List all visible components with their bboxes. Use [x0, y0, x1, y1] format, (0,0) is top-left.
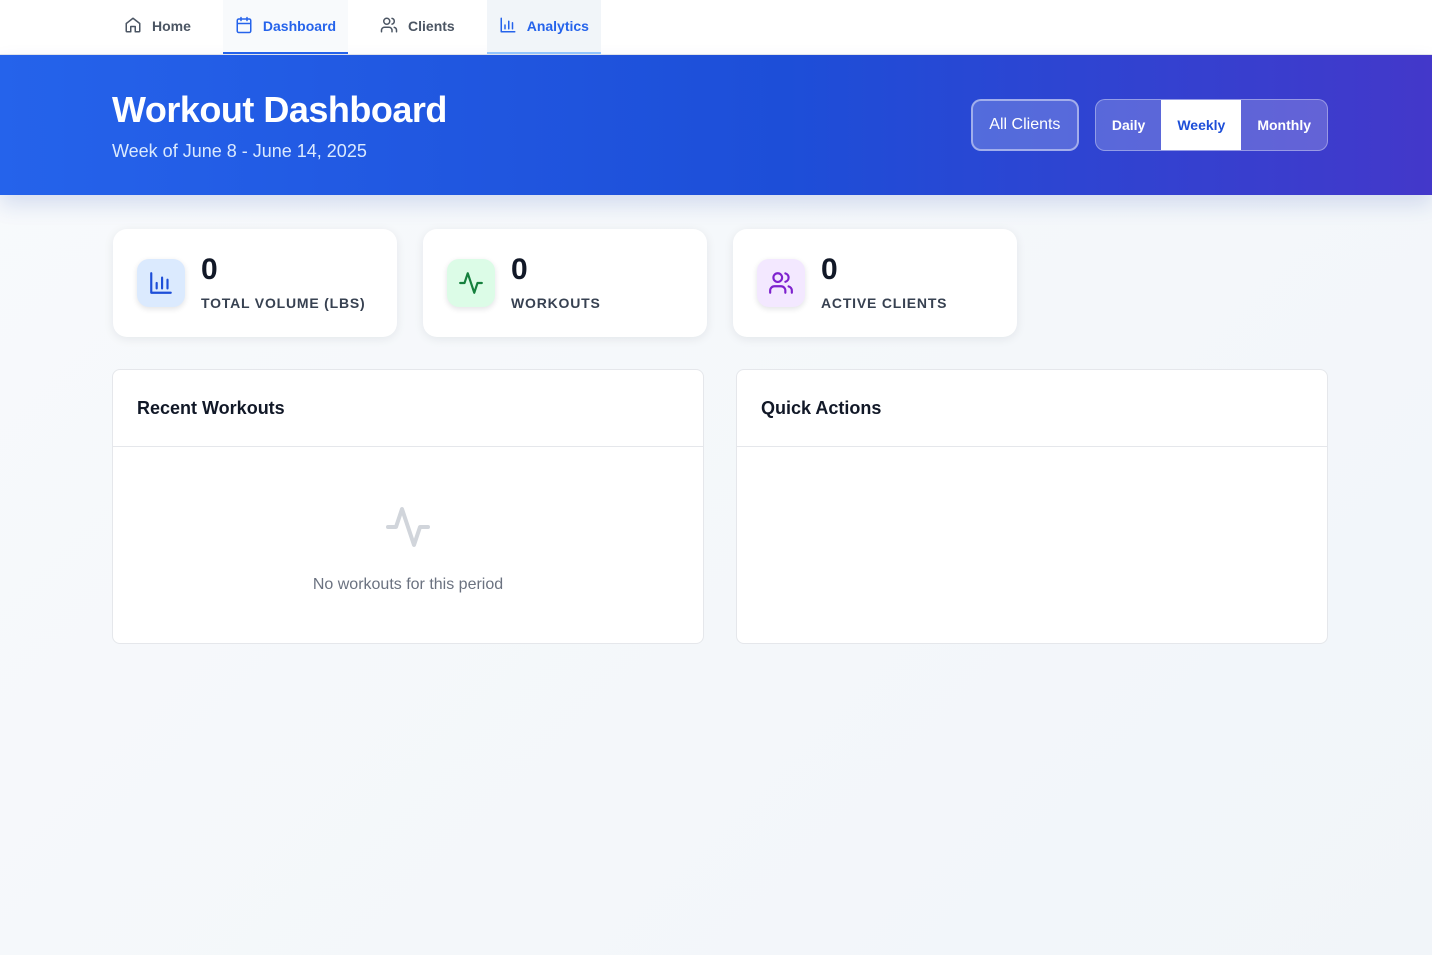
calendar-icon: [235, 16, 253, 37]
bar-chart-icon: [499, 16, 517, 37]
empty-state: No workouts for this period: [113, 447, 703, 594]
header-text: Workout Dashboard Week of June 8 - June …: [112, 89, 447, 162]
empty-state-text: No workouts for this period: [312, 576, 504, 593]
nav-label: Home: [152, 18, 191, 34]
header-controls: All Clients Daily Weekly Monthly: [970, 99, 1328, 151]
panels-row: Recent Workouts No workouts for this per…: [0, 337, 1432, 644]
users-icon: [380, 16, 398, 37]
stat-value: 0: [821, 253, 838, 286]
period-daily-button[interactable]: Daily: [1096, 100, 1161, 150]
stats-row: 0 TOTAL VOLUME (LBS) 0 WORKOUTS 0 ACTIVE…: [0, 195, 1432, 337]
nav-item-clients[interactable]: Clients: [368, 0, 467, 54]
client-select[interactable]: All Clients: [970, 99, 1079, 151]
panel-title: Quick Actions: [737, 370, 1327, 447]
stat-label: TOTAL VOLUME (LBS): [201, 295, 366, 311]
nav-item-home[interactable]: Home: [112, 0, 203, 54]
stat-value: 0: [511, 253, 528, 286]
stat-value: 0: [201, 253, 218, 286]
users-icon: [757, 259, 805, 307]
quick-actions-panel: Quick Actions: [736, 369, 1328, 644]
nav-item-dashboard[interactable]: Dashboard: [222, 0, 349, 54]
stat-label: WORKOUTS: [511, 295, 601, 311]
stat-label: ACTIVE CLIENTS: [821, 295, 948, 311]
activity-icon: [384, 503, 432, 556]
bar-chart-icon: [137, 259, 185, 307]
nav-item-analytics[interactable]: Analytics: [486, 0, 601, 54]
home-icon: [124, 16, 142, 37]
recent-workouts-panel: Recent Workouts No workouts for this per…: [112, 369, 704, 644]
activity-icon: [447, 259, 495, 307]
top-nav: Home Dashboard Clients Analytics: [0, 0, 1432, 55]
stat-card-volume: 0 TOTAL VOLUME (LBS): [113, 229, 397, 337]
nav-label: Dashboard: [262, 18, 337, 34]
panel-title: Recent Workouts: [113, 370, 703, 447]
period-weekly-button[interactable]: Weekly: [1161, 100, 1242, 150]
stat-card-clients: 0 ACTIVE CLIENTS: [733, 229, 1017, 337]
page-title: Workout Dashboard: [112, 88, 447, 130]
dashboard-header: Workout Dashboard Week of June 8 - June …: [0, 55, 1432, 195]
nav-label: Clients: [408, 18, 455, 34]
period-monthly-button[interactable]: Monthly: [1241, 100, 1327, 150]
nav-label: Analytics: [526, 18, 589, 34]
period-toggle: Daily Weekly Monthly: [1094, 99, 1328, 151]
stat-card-workouts: 0 WORKOUTS: [423, 229, 707, 337]
date-range: Week of June 8 - June 14, 2025: [112, 140, 367, 161]
